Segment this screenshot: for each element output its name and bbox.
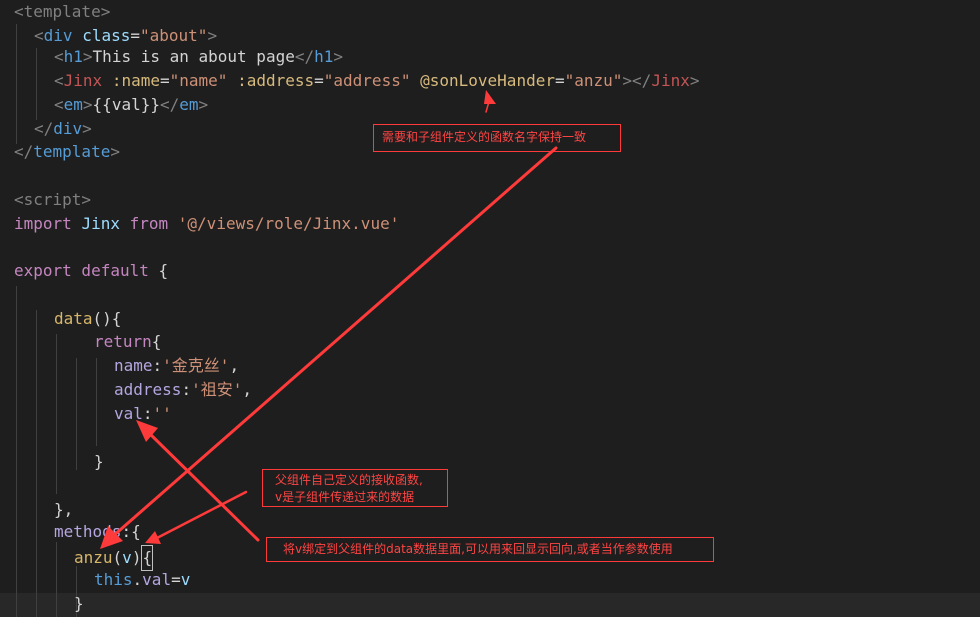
annotation-function-name-note: 需要和子组件定义的函数名字保持一致: [373, 124, 621, 152]
code-line[interactable]: </template>: [14, 140, 120, 164]
script-open-tag: <script>: [14, 190, 92, 209]
prop-name-key: name: [114, 356, 153, 375]
annotation-bind-data-note: 将v绑定到父组件的data数据里面,可以用来回显示回向,或者当作参数使用: [266, 537, 714, 562]
anzu-param: v: [122, 548, 132, 567]
assign-value: v: [180, 570, 191, 589]
code-line[interactable]: }: [94, 450, 104, 474]
h1-text: This is an about page: [92, 47, 295, 66]
prop-val-key: val: [114, 404, 143, 423]
this-keyword: this: [94, 570, 133, 589]
indent-guide: [56, 542, 57, 617]
code-line[interactable]: this.val=v: [94, 568, 190, 592]
code-editor[interactable]: <template> <div class="about"> <h1>This …: [0, 0, 980, 617]
tag-bracket: >: [207, 26, 218, 45]
class-value: "about": [140, 26, 208, 45]
arrow-to-event-binding: [485, 97, 491, 113]
data-function-name: data: [54, 309, 93, 328]
current-line-highlight: [0, 593, 980, 617]
prop-name-value: '金克丝': [162, 356, 230, 375]
annotation-receiver-line1: 父组件自己定义的接收函数,: [275, 473, 423, 487]
annotation-bind-data-text: 将v绑定到父组件的data数据里面,可以用来回显示回向,或者当作参数使用: [283, 542, 673, 556]
code-line[interactable]: address:'祖安',: [114, 378, 252, 402]
code-line[interactable]: return{: [94, 330, 161, 354]
code-line[interactable]: anzu(v){: [74, 545, 154, 571]
prop-address-key: address: [114, 380, 182, 399]
template-open-tag: <template>: [14, 2, 111, 21]
event-binding: @sonLoveHander: [420, 71, 555, 90]
prop-val-value: '': [152, 404, 172, 423]
class-attribute: class: [82, 26, 131, 45]
code-line[interactable]: <template>: [14, 0, 110, 24]
em-expression: {{val}}: [92, 95, 160, 114]
export-default-keyword: export default: [14, 261, 149, 280]
from-keyword: from: [129, 214, 169, 233]
template-close-tag-name: template: [33, 142, 111, 161]
em-tag-name: em: [63, 95, 83, 114]
arrow-to-anzu-param: [155, 490, 248, 540]
indent-guide: [16, 286, 17, 617]
indent-guide: [56, 334, 57, 494]
event-handler-value: "anzu": [564, 71, 623, 90]
indent-guide: [36, 310, 37, 617]
code-line[interactable]: }: [74, 592, 84, 616]
name-prop-value: "name": [169, 71, 228, 90]
arrow-head-anzu-param: [145, 531, 161, 544]
address-prop-binding: :address: [237, 71, 315, 90]
code-line[interactable]: name:'金克丝',: [114, 354, 239, 378]
import-path: '@/views/role/Jinx.vue': [177, 214, 400, 233]
arrow-to-val-prop: [146, 430, 260, 542]
return-keyword: return: [94, 332, 152, 351]
annotation-receiver-line2: v是子组件传递过来的数据: [275, 490, 415, 504]
div-close-tag-name: div: [53, 119, 83, 138]
indent-guide: [36, 48, 37, 120]
annotation-receiver-note: 父组件自己定义的接收函数, v是子组件传递过来的数据: [262, 469, 448, 507]
import-keyword: import: [14, 214, 72, 233]
jinx-tag-name: Jinx: [63, 71, 103, 90]
code-line[interactable]: <script>: [14, 188, 91, 212]
code-line[interactable]: val:'': [114, 402, 172, 426]
tag-bracket: <: [34, 26, 44, 45]
h1-tag-name: h1: [63, 47, 83, 66]
code-line[interactable]: methods:{: [54, 520, 141, 544]
code-line[interactable]: </div>: [34, 117, 92, 141]
h1-close-tag-name: h1: [314, 47, 334, 66]
em-close-tag-name: em: [179, 95, 199, 114]
code-line[interactable]: <h1>This is an about page</h1>: [54, 45, 343, 69]
prop-address-value: '祖安': [191, 380, 243, 399]
annotation-function-name-text: 需要和子组件定义的函数名字保持一致: [382, 130, 587, 144]
code-line[interactable]: export default {: [14, 259, 168, 283]
code-line[interactable]: <Jinx :name="name" :address="address" @s…: [54, 69, 699, 93]
methods-key: methods: [54, 522, 122, 541]
import-name: Jinx: [81, 214, 120, 233]
jinx-close-tag-name: Jinx: [651, 71, 690, 90]
indent-guide: [76, 358, 77, 470]
address-prop-value: "address": [323, 71, 411, 90]
indent-guide: [16, 24, 17, 144]
name-prop-binding: :name: [111, 71, 160, 90]
code-line[interactable]: },: [54, 498, 73, 522]
code-line[interactable]: <em>{{val}}</em>: [54, 93, 208, 117]
anzu-function-name: anzu: [74, 548, 113, 567]
code-line[interactable]: import Jinx from '@/views/role/Jinx.vue': [14, 212, 399, 236]
this-val-prop: val: [142, 570, 172, 589]
div-tag-name: div: [43, 26, 73, 45]
indent-guide: [96, 358, 97, 446]
code-line[interactable]: data(){: [54, 307, 121, 331]
